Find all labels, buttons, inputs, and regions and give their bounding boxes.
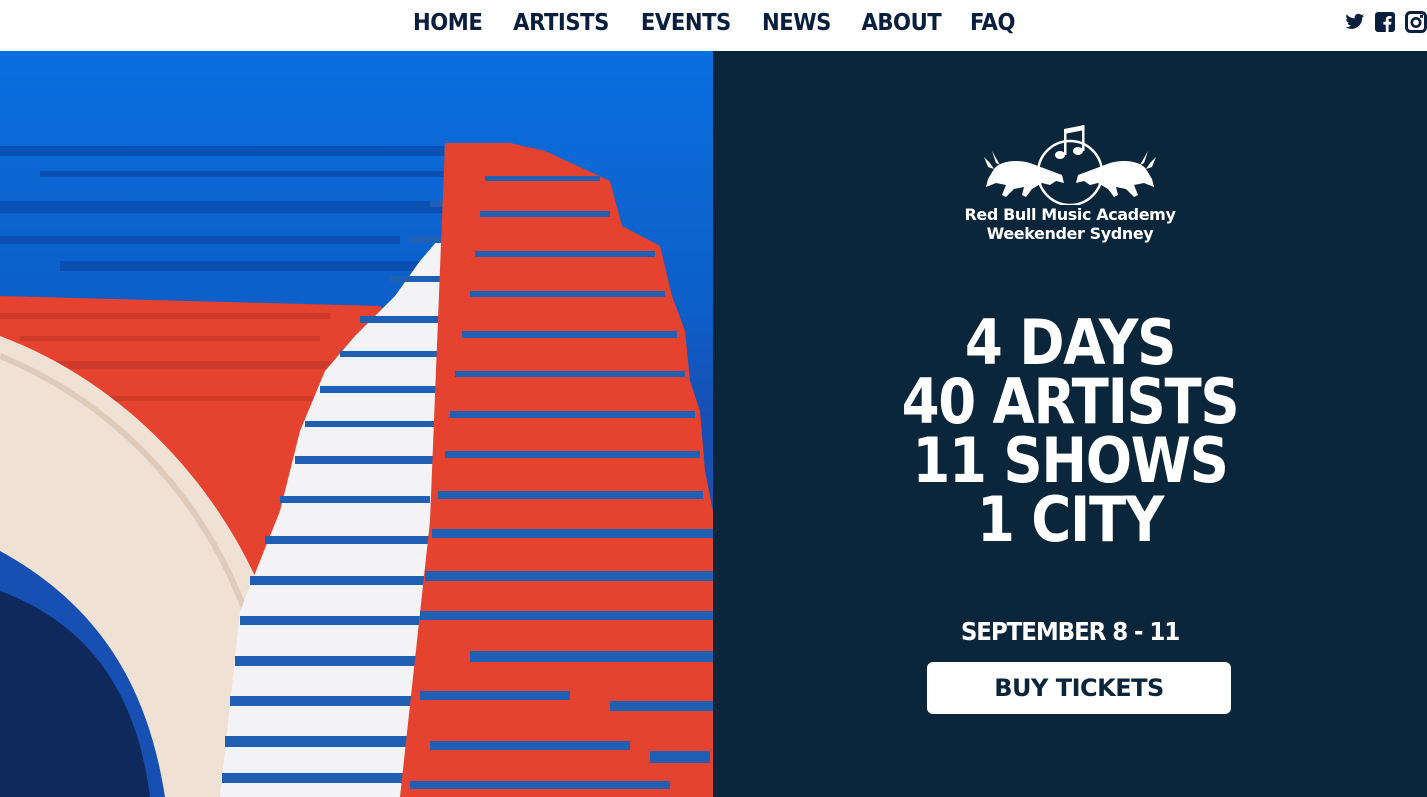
nav-news[interactable]: NEWS [762,10,831,36]
main-nav: HOME ARTISTS EVENTS NEWS ABOUT FAQ [0,0,1427,46]
nav-artists[interactable]: ARTISTS [513,10,609,36]
stat-city: 1 CITY [976,483,1164,556]
stat-artists: 40 ARTISTS [901,365,1240,438]
nav-home[interactable]: HOME [413,10,483,36]
red-bull-logo-icon [984,125,1156,205]
logo-text-line-1: Red Bull Music Academy [964,205,1176,224]
event-dates: SEPTEMBER 8 - 11 [960,617,1180,646]
nav-about[interactable]: ABOUT [861,10,941,36]
nav-events[interactable]: EVENTS [641,10,731,36]
rbma-logo: Red Bull Music Academy Weekender Sydney [713,123,1427,243]
social-links [1335,10,1427,34]
facebook-icon[interactable] [1375,12,1395,32]
stat-days: 4 DAYS [964,306,1176,379]
nav-faq[interactable]: FAQ [970,10,1015,36]
instagram-icon[interactable] [1405,11,1427,33]
event-stats: 4 DAYS 40 ARTISTS 11 SHOWS 1 CITY [713,306,1427,556]
stat-shows: 11 SHOWS [912,424,1228,497]
logo-text-line-2: Weekender Sydney [986,224,1154,243]
top-bar: HOME ARTISTS EVENTS NEWS ABOUT FAQ [0,0,1427,51]
hero-artwork [0,51,713,797]
twitter-icon[interactable] [1345,13,1365,31]
event-info-panel: Red Bull Music Academy Weekender Sydney … [713,51,1427,797]
buy-tickets-button[interactable]: BUY TICKETS [927,662,1231,714]
